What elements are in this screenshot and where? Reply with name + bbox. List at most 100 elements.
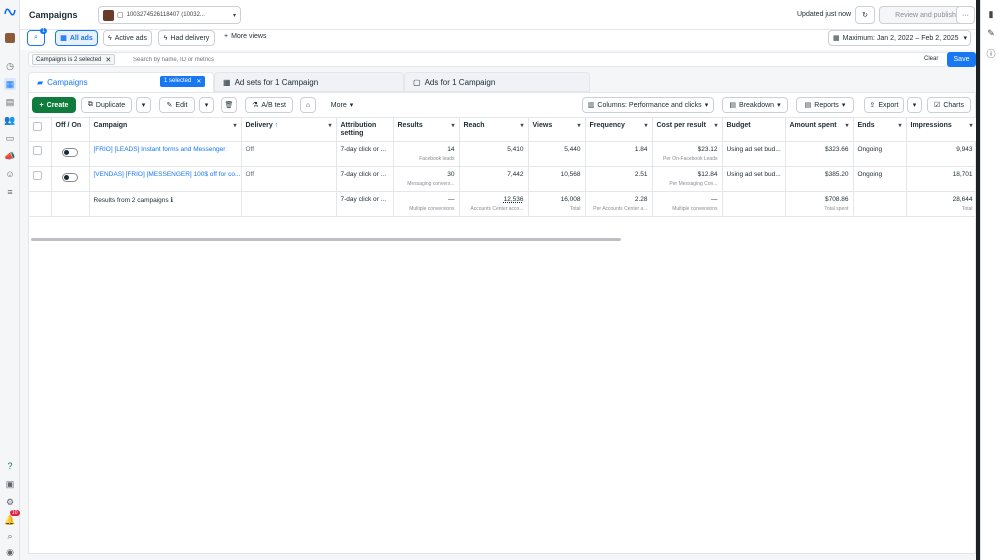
- header-campaign[interactable]: Campaign ▾: [89, 118, 242, 143]
- clear-button[interactable]: Clear: [924, 56, 938, 62]
- row-checkbox[interactable]: [33, 146, 42, 156]
- column-menu-icon[interactable]: ▾: [969, 122, 972, 129]
- overview-icon[interactable]: ◷: [4, 60, 16, 72]
- all-ads-view-button[interactable]: ▦ All ads: [55, 30, 98, 46]
- tab-ads[interactable]: ▢ Ads for 1 Campaign: [404, 72, 590, 92]
- column-menu-icon[interactable]: ▾: [451, 122, 454, 129]
- columns-selector[interactable]: ▥ Columns: Performance and clicks ▾: [582, 97, 714, 113]
- pencil-icon[interactable]: ✎: [985, 27, 997, 39]
- horizontal-scrollbar[interactable]: [31, 238, 621, 241]
- more-actions-button[interactable]: More ▾: [323, 97, 361, 113]
- info-icon[interactable]: ⓘ: [985, 47, 997, 59]
- active-ads-view-button[interactable]: ϟ Active ads: [103, 30, 152, 46]
- more-options-button[interactable]: ···: [956, 6, 975, 24]
- date-range-picker[interactable]: ▦ Maximum: Jan 2, 2022 – Feb 2, 2025 ▾: [828, 30, 971, 46]
- info-icon[interactable]: ℹ: [170, 197, 172, 204]
- selected-badge[interactable]: 1 selected ✕: [160, 76, 206, 87]
- campaign-toggle[interactable]: [62, 148, 78, 158]
- meta-logo-icon[interactable]: [4, 6, 16, 18]
- export-dropdown[interactable]: ▾: [907, 97, 922, 113]
- charts-button[interactable]: ☑ Charts: [927, 97, 971, 113]
- header-delivery[interactable]: Delivery ↑ ▾: [241, 118, 337, 143]
- search-input[interactable]: [133, 54, 633, 65]
- header-results[interactable]: Results ▾: [393, 118, 460, 143]
- search-toggle-button[interactable]: ⌕ 1: [27, 28, 47, 46]
- header-views[interactable]: Views ▾: [528, 118, 586, 143]
- column-menu-icon[interactable]: ▾: [644, 122, 647, 129]
- save-button[interactable]: Save: [947, 52, 976, 67]
- tag-button[interactable]: ⌂: [300, 97, 316, 113]
- column-menu-icon[interactable]: ▾: [714, 122, 717, 129]
- close-icon[interactable]: ✕: [196, 78, 201, 85]
- notes-icon[interactable]: ▣: [4, 478, 16, 490]
- duplicate-dropdown[interactable]: ▾: [136, 97, 151, 113]
- budget-cell: Using ad set bud...: [722, 141, 786, 168]
- header-impressions-label: Impressions: [910, 122, 952, 129]
- people-icon[interactable]: ☺: [4, 168, 16, 180]
- duplicate-button[interactable]: ⧉ Duplicate: [81, 97, 132, 113]
- more-views-button[interactable]: + More views: [224, 33, 267, 40]
- table-row[interactable]: [FRIO] [LEADS] Instant forms and Messeng…: [29, 141, 978, 168]
- reports-button[interactable]: ▤ Reports ▾: [796, 97, 854, 113]
- ad-account-selector[interactable]: ▢ 1003274526118407 (10032... ▾: [98, 6, 241, 24]
- column-menu-icon[interactable]: ▾: [577, 122, 580, 129]
- billing-icon[interactable]: ▭: [4, 132, 16, 144]
- header-attribution[interactable]: Attribution setting: [336, 118, 394, 143]
- tab-adsets[interactable]: ▦ Ad sets for 1 Campaign: [214, 72, 404, 92]
- results-value: 30: [447, 171, 455, 179]
- account-icon[interactable]: ◉: [4, 546, 16, 558]
- header-offon[interactable]: Off / On: [51, 118, 90, 143]
- header-ends[interactable]: Ends ▾: [853, 118, 907, 143]
- filter-chip[interactable]: Campaigns is 2 selected ✕: [32, 54, 116, 65]
- frequency-cell: 1.84: [585, 141, 653, 168]
- pages-icon[interactable]: ▤: [4, 96, 16, 108]
- create-button[interactable]: + Create: [32, 97, 76, 113]
- column-menu-icon[interactable]: ▾: [328, 122, 331, 129]
- header-impressions[interactable]: Impressions ▾: [906, 118, 978, 143]
- header-cost-per-result[interactable]: Cost per result ▾: [652, 118, 723, 143]
- columns-label: Columns: Performance and clicks: [597, 101, 702, 109]
- campaigns-icon[interactable]: ▦: [4, 78, 16, 90]
- menu-icon[interactable]: ≡: [4, 186, 16, 198]
- campaign-name-link[interactable]: [VENDAS] [FRIO] [MESSENGER] 100$ off for…: [94, 171, 241, 178]
- campaign-name-link[interactable]: [FRIO] [LEADS] Instant forms and Messeng…: [94, 146, 226, 153]
- ab-test-button[interactable]: ⚗ A/B test: [245, 97, 293, 113]
- settings-gear-icon[interactable]: ⚙: [4, 496, 16, 508]
- had-delivery-view-button[interactable]: ϟ Had delivery: [158, 30, 215, 46]
- column-menu-icon[interactable]: ▾: [233, 122, 236, 129]
- header-reach[interactable]: Reach ▾: [459, 118, 529, 143]
- column-menu-icon[interactable]: ▾: [845, 122, 848, 129]
- row-checkbox[interactable]: [33, 171, 42, 181]
- megaphone-icon[interactable]: 📣: [4, 150, 16, 162]
- notifications-bell-icon[interactable]: 🔔 10: [4, 510, 20, 526]
- help-icon[interactable]: ?: [4, 460, 16, 472]
- audience-icon[interactable]: 👥: [4, 114, 16, 126]
- table-row[interactable]: [VENDAS] [FRIO] [MESSENGER] 100$ off for…: [29, 166, 978, 193]
- totals-reach-sub: Accounts Center acco...: [470, 206, 524, 213]
- search-icon[interactable]: ⌕: [4, 530, 16, 542]
- refresh-button[interactable]: ↻: [855, 6, 875, 24]
- notification-count-badge: 10: [10, 510, 20, 516]
- select-all-checkbox[interactable]: [33, 122, 42, 131]
- breakdown-button[interactable]: ▤ Breakdown ▾: [722, 97, 788, 113]
- totals-results-value: —: [448, 196, 455, 204]
- tab-campaigns[interactable]: ▰ Campaigns 1 selected ✕: [28, 72, 214, 92]
- edit-button[interactable]: ✎ Edit: [159, 97, 195, 113]
- header-amount-spent[interactable]: Amount spent ▾: [785, 118, 854, 143]
- bar-chart-icon[interactable]: ▮: [985, 8, 997, 20]
- header-frequency[interactable]: Frequency ▾: [585, 118, 653, 143]
- edit-dropdown[interactable]: ▾: [199, 97, 214, 113]
- account-avatar[interactable]: [4, 32, 16, 44]
- chevron-down-icon: ▾: [963, 35, 967, 42]
- export-icon: ⇪: [869, 102, 876, 109]
- grid-icon: ▦: [60, 35, 67, 42]
- totals-row: Results from 2 campaigns ℹ 7-day click o…: [29, 191, 978, 218]
- delete-button[interactable]: 🗑: [221, 97, 237, 113]
- column-menu-icon[interactable]: ▾: [520, 122, 523, 129]
- column-menu-icon[interactable]: ▾: [898, 122, 901, 129]
- close-icon[interactable]: ✕: [105, 56, 111, 64]
- campaign-toggle[interactable]: [62, 173, 78, 183]
- header-budget[interactable]: Budget: [722, 118, 786, 143]
- export-button[interactable]: ⇪ Export: [864, 97, 904, 113]
- results-cell: 14 Facebook leads: [393, 141, 460, 168]
